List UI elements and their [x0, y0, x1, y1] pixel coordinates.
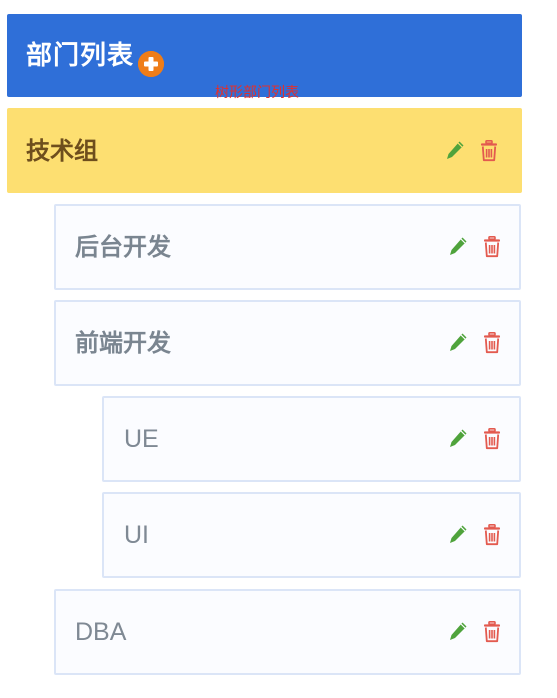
tree-node-tech-group[interactable]: 技术组 — [7, 108, 522, 193]
tree-node-label: 技术组 — [26, 136, 98, 165]
node-actions — [444, 139, 500, 163]
plus-circle-icon — [138, 51, 164, 77]
tree-node-label: 前端开发 — [75, 329, 171, 357]
pencil-icon — [447, 141, 464, 159]
node-actions — [447, 235, 503, 259]
delete-button[interactable] — [481, 331, 503, 355]
edit-button[interactable] — [444, 139, 466, 163]
delete-button[interactable] — [478, 139, 500, 163]
tree-node-ui[interactable]: UI — [102, 492, 521, 578]
tree-node-dba[interactable]: DBA — [54, 589, 521, 675]
tree-node-label: DBA — [75, 618, 127, 646]
page-title: 部门列表 — [26, 41, 135, 71]
node-actions — [447, 620, 503, 644]
tree-node-backend[interactable]: 后台开发 — [54, 204, 521, 290]
tree-node-label: UE — [124, 425, 159, 453]
node-actions — [447, 331, 503, 355]
pencil-icon — [450, 237, 467, 255]
pencil-icon — [450, 622, 467, 640]
edit-button[interactable] — [447, 620, 469, 644]
edit-button[interactable] — [447, 523, 469, 547]
trash-icon — [484, 236, 500, 258]
tree-caption: 树形部门列表 — [215, 85, 299, 101]
delete-button[interactable] — [481, 523, 503, 547]
delete-button[interactable] — [481, 620, 503, 644]
add-department-button[interactable] — [138, 51, 164, 77]
edit-button[interactable] — [447, 427, 469, 451]
tree-node-frontend[interactable]: 前端开发 — [54, 300, 521, 386]
trash-icon — [484, 428, 500, 450]
tree-node-label: 后台开发 — [75, 233, 171, 261]
pencil-icon — [450, 525, 467, 543]
delete-button[interactable] — [481, 235, 503, 259]
tree-node-ue[interactable]: UE — [102, 396, 521, 482]
edit-button[interactable] — [447, 331, 469, 355]
header-bar: 部门列表 树形部门列表 — [7, 14, 522, 101]
department-tree-page: 部门列表 树形部门列表 技术组 后台开发 前端开发 UE UI DBA — [0, 0, 557, 698]
pencil-icon — [450, 333, 467, 351]
edit-button[interactable] — [447, 235, 469, 259]
node-actions — [447, 523, 503, 547]
tree-node-label: UI — [124, 521, 149, 549]
pencil-icon — [450, 429, 467, 447]
trash-icon — [484, 332, 500, 354]
node-actions — [447, 427, 503, 451]
delete-button[interactable] — [481, 427, 503, 451]
trash-icon — [484, 524, 500, 546]
trash-icon — [484, 621, 500, 643]
trash-icon — [481, 139, 497, 161]
